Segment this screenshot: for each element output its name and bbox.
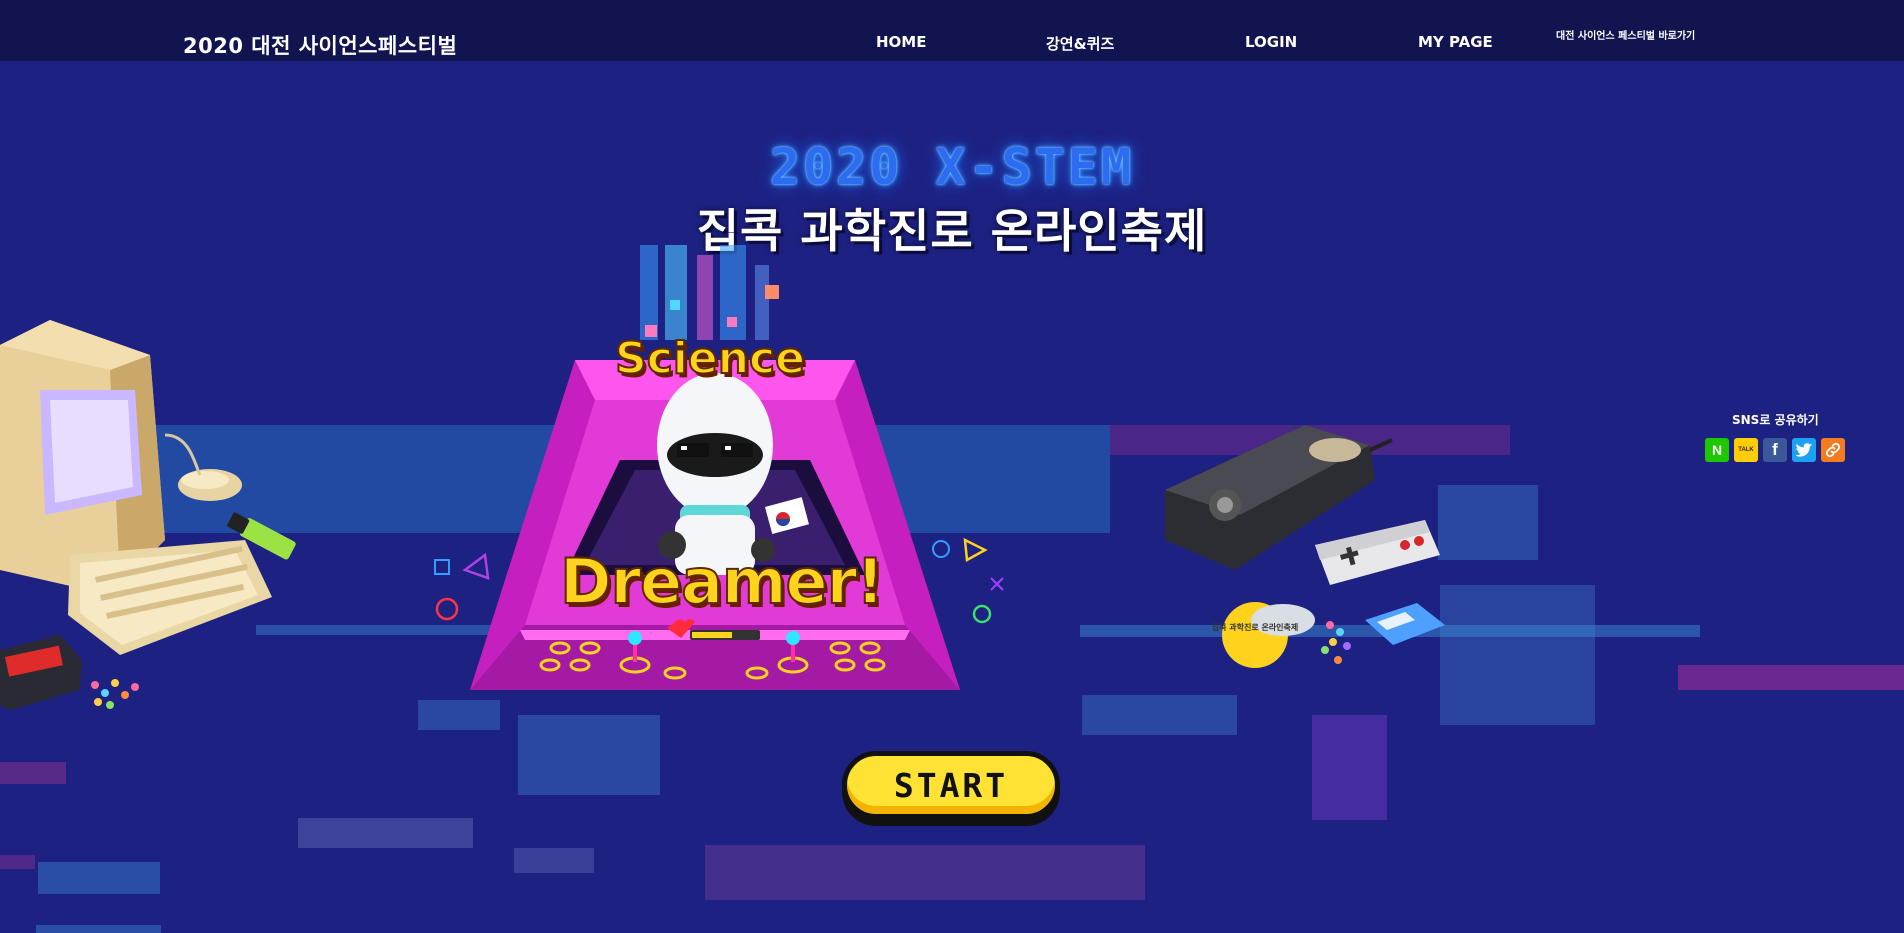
link-copy-button[interactable] [1821, 438, 1845, 462]
sns-share-buttons: N TALK f [1705, 438, 1845, 462]
site-logo[interactable]: 2020 대전 사이언스페스티벌 [183, 30, 457, 60]
arcade-dreamer-label: Dreamer! [559, 544, 885, 619]
facebook-icon: f [1772, 440, 1778, 459]
nav-lecture-quiz[interactable]: 강연&퀴즈 [1046, 33, 1114, 54]
decorative-shapes-left [430, 545, 510, 625]
facebook-share-button[interactable]: f [1763, 438, 1787, 462]
naver-share-button[interactable]: N [1705, 438, 1729, 462]
nav-my-page[interactable]: MY PAGE [1418, 33, 1493, 51]
start-button-label: START [893, 766, 1009, 805]
top-navigation-bar: 2020 대전 사이언스페스티벌 HOME 강연&퀴즈 LOGIN MY PAG… [0, 0, 1904, 61]
twitter-icon [1795, 442, 1813, 457]
sns-share-title: SNS로 공유하기 [1732, 413, 1819, 427]
arcade-science-label: Science [614, 332, 806, 385]
arcade-cabinet-illustration: Science Dreamer! [465, 235, 965, 695]
twitter-share-button[interactable] [1792, 438, 1816, 462]
kakaotalk-share-button[interactable]: TALK [1734, 438, 1758, 462]
badge-text: 집콕 과학진로 온라인축제 [1212, 622, 1299, 632]
kakaotalk-icon: TALK [1738, 447, 1754, 453]
retro-computer-illustration [0, 315, 310, 715]
hero-title-english: 2020 X-STEM [769, 138, 1135, 196]
naver-icon: N [1711, 442, 1723, 458]
nav-login[interactable]: LOGIN [1245, 33, 1297, 51]
start-button[interactable]: START [842, 751, 1060, 819]
retro-gadgets-illustration: 집콕 과학진로 온라인축제 [1155, 420, 1445, 680]
decorative-shapes-right [925, 530, 1015, 630]
festival-shortcut-link[interactable]: 대전 사이언스 페스티벌 바로가기 [1556, 27, 1695, 42]
nav-home[interactable]: HOME [876, 33, 926, 51]
link-icon [1825, 442, 1841, 458]
